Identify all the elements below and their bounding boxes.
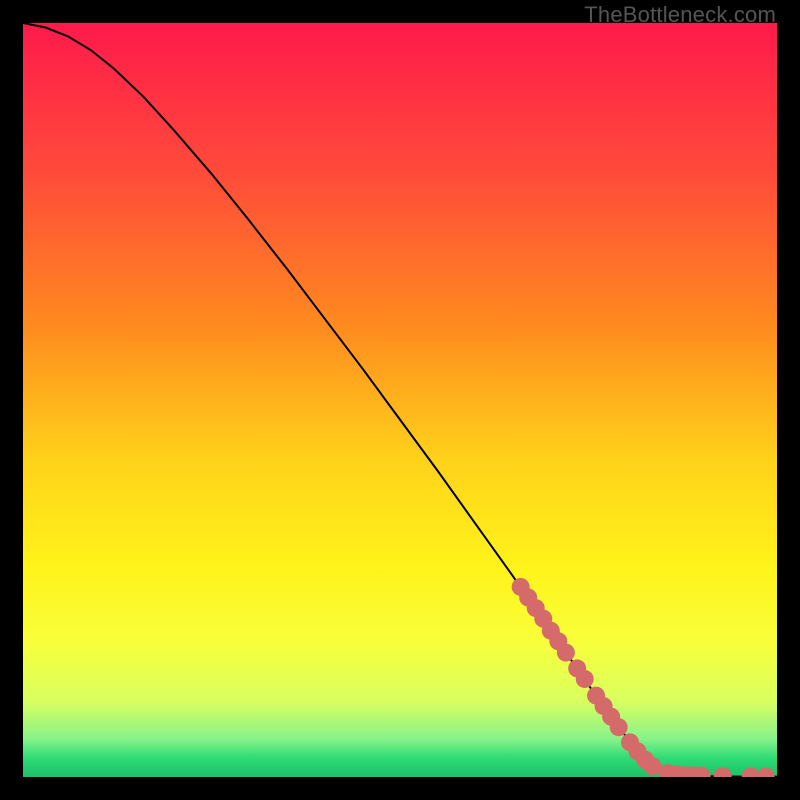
chart-svg [23,23,777,777]
data-marker [576,670,594,688]
data-marker [557,644,575,662]
chart-frame [23,23,777,777]
data-marker [610,718,628,736]
gradient-background [23,23,777,777]
